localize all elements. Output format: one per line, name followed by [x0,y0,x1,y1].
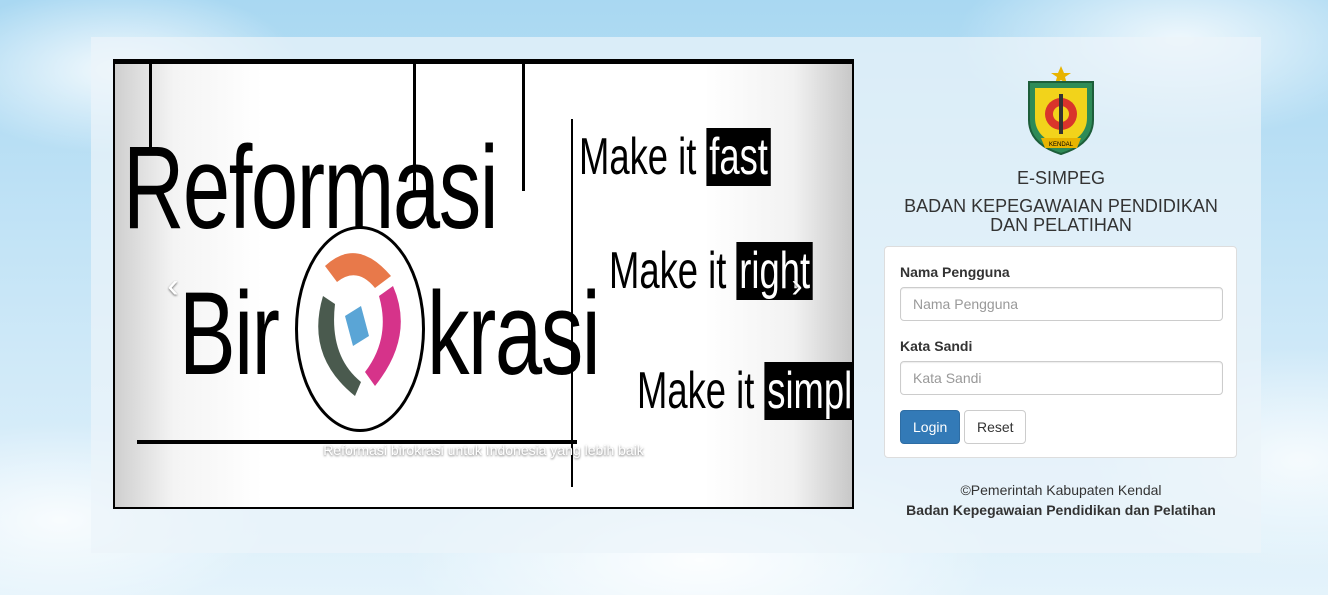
emblem-label: KENDAL [1049,142,1074,148]
footer-agency: Badan Kepegawaian Pendidikan dan Pelatih… [906,502,1216,518]
tagline-highlight: simple [764,362,852,420]
tagline-prefix: Make it [609,242,727,300]
agency-name-line1: BADAN KEPEGAWAIAN PENDIDIKAN [904,196,1218,216]
slide-divider-line [115,61,852,64]
app-title: E-SIMPEG [1016,168,1105,188]
slide-headline-line2-b: krasi [427,268,601,400]
login-button[interactable]: Login [900,410,960,444]
reformasi-logo-icon [295,226,425,432]
slide-divider-line [522,61,525,191]
username-input[interactable] [900,287,1223,321]
agency-name: BADAN KEPEGAWAIAN PENDIDIKAN DAN PELATIH… [884,197,1238,235]
carousel-caption: Reformasi birokrasi untuk Indonesia yang… [323,442,644,458]
tagline-highlight: fast [706,128,771,186]
reset-button[interactable]: Reset [964,410,1026,444]
slide-headline-line2-a: Bir [179,268,280,400]
username-label: Nama Pengguna [900,264,1010,280]
footer-copyright: ©Pemerintah Kabupaten Kendal [960,482,1162,498]
carousel-prev-icon[interactable]: ‹ [153,266,193,306]
tagline-prefix: Make it [637,362,755,420]
carousel-next-icon[interactable]: › [777,266,817,306]
login-form: Nama Pengguna Kata Sandi Login Reset [884,246,1237,458]
agency-name-line2: DAN PELATIHAN [990,215,1132,235]
slide-tagline-fast: Make it fast [579,128,771,186]
tagline-prefix: Make it [579,128,697,186]
slide-tagline-simple: Make it simple [637,362,852,420]
password-label: Kata Sandi [900,338,973,354]
kendal-emblem-icon: KENDAL [1023,64,1099,156]
password-input[interactable] [900,361,1223,395]
image-carousel[interactable]: Reformasi Bir krasi Make it fast Make it… [113,59,854,509]
